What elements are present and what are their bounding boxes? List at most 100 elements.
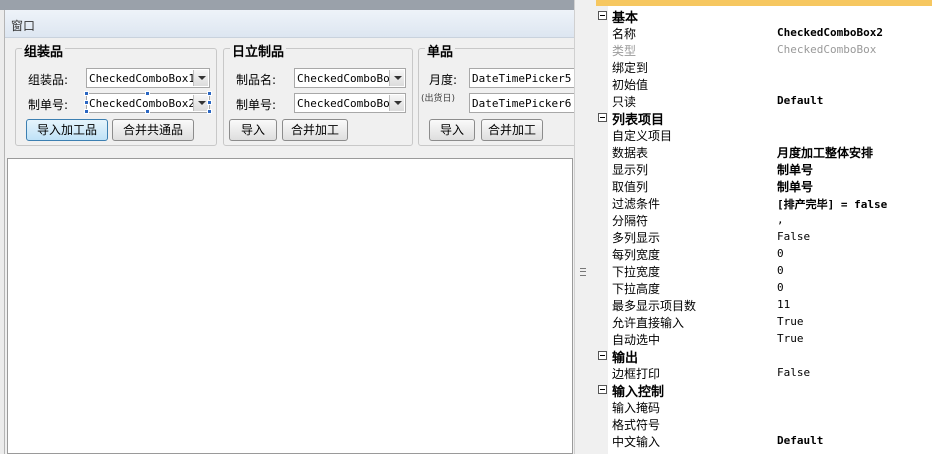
- prop-readonly[interactable]: 只读 Default: [596, 92, 932, 109]
- product-order-label: 制单号:: [236, 98, 277, 112]
- prop-input-mask[interactable]: 输入掩码: [596, 398, 932, 415]
- prop-datatable-label: 数据表: [612, 146, 649, 160]
- prop-display-value[interactable]: 制单号: [777, 161, 813, 178]
- product-name-combo[interactable]: CheckedComboBox: [294, 68, 406, 88]
- group-single-item[interactable]: 单品 月度: DateTimePicker5 (出货日) DateTimePic…: [418, 41, 574, 146]
- category-list[interactable]: 列表项目: [596, 109, 932, 128]
- data-grid-area[interactable]: [7, 158, 573, 454]
- panel-splitter[interactable]: [574, 0, 596, 454]
- month-date-picker[interactable]: DateTimePicker5: [469, 68, 574, 88]
- group-single-title: 单品: [425, 41, 456, 60]
- selection-handle[interactable]: [145, 91, 150, 96]
- product-name-label: 制品名:: [236, 73, 277, 87]
- category-output[interactable]: 输出: [596, 347, 932, 366]
- category-input-control[interactable]: 输入控制: [596, 381, 932, 400]
- merge-common-button[interactable]: 合并共通品: [112, 119, 194, 141]
- prop-name-value[interactable]: CheckedComboBox2: [777, 26, 883, 39]
- prop-colwidth-value[interactable]: 0: [777, 247, 784, 260]
- prop-bind[interactable]: 绑定到: [596, 58, 932, 75]
- order-no-label: 制单号:: [28, 98, 69, 112]
- selection-handle[interactable]: [207, 109, 212, 114]
- order-no-combo-text: CheckedComboBox2: [89, 97, 195, 110]
- single-import-button[interactable]: 导入: [429, 119, 475, 141]
- prop-dropwidth-value[interactable]: 0: [777, 264, 784, 277]
- property-grid[interactable]: 基本 名称 CheckedComboBox2 类型 CheckedComboBo…: [596, 0, 932, 454]
- prop-drop-height[interactable]: 下拉高度 0: [596, 279, 932, 296]
- selection-handle[interactable]: [207, 91, 212, 96]
- prop-value-column[interactable]: 取值列 制单号: [596, 177, 932, 194]
- category-basic[interactable]: 基本: [596, 7, 932, 26]
- prop-ime-label: 中文输入: [612, 435, 661, 449]
- import-processed-button[interactable]: 导入加工品: [26, 119, 108, 141]
- import-button[interactable]: 导入: [229, 119, 277, 141]
- prop-display-column[interactable]: 显示列 制单号: [596, 160, 932, 177]
- collapse-icon[interactable]: [598, 113, 607, 122]
- prop-readonly-label: 只读: [612, 95, 637, 109]
- designer-top-strip: [0, 0, 574, 10]
- designed-form[interactable]: 窗口 组装品 组装品: CheckedComboBox1 制单号: Checke…: [4, 10, 574, 454]
- selection-handle[interactable]: [84, 100, 89, 105]
- selection-handle[interactable]: [207, 100, 212, 105]
- prop-allow-input[interactable]: 允许直接输入 True: [596, 313, 932, 330]
- product-order-combo[interactable]: CheckedComboBox: [294, 93, 406, 113]
- prop-autoselect-label: 自动选中: [612, 333, 661, 347]
- prop-max-items[interactable]: 最多显示项目数 11: [596, 296, 932, 313]
- prop-bind-label: 绑定到: [612, 61, 649, 75]
- group-assembly[interactable]: 组装品 组装品: CheckedComboBox1 制单号: CheckedCo…: [15, 41, 217, 146]
- prop-ime[interactable]: 中文输入 Default: [596, 432, 932, 449]
- prop-multicol-value[interactable]: False: [777, 230, 810, 243]
- prop-datatable[interactable]: 数据表 月度加工整体安排: [596, 143, 932, 160]
- prop-multicol-label: 多列显示: [612, 231, 661, 245]
- prop-filter[interactable]: 过滤条件 [排产完毕] = false: [596, 194, 932, 211]
- prop-custom-items[interactable]: 自定义项目: [596, 126, 932, 143]
- prop-initial[interactable]: 初始值: [596, 75, 932, 92]
- selection-handle[interactable]: [84, 91, 89, 96]
- prop-readonly-value[interactable]: Default: [777, 94, 823, 107]
- selection-handle[interactable]: [84, 109, 89, 114]
- prop-autoselect-value[interactable]: True: [777, 332, 804, 345]
- prop-drop-width[interactable]: 下拉宽度 0: [596, 262, 932, 279]
- single-merge-button[interactable]: 合并加工: [481, 119, 543, 141]
- ship-date-label: (出货日): [421, 94, 456, 104]
- chevron-down-icon[interactable]: [193, 70, 208, 86]
- prop-name[interactable]: 名称 CheckedComboBox2: [596, 24, 932, 41]
- prop-type[interactable]: 类型 CheckedComboBox: [596, 41, 932, 58]
- assembly-label: 组装品:: [28, 73, 69, 87]
- prop-allowinput-value[interactable]: True: [777, 315, 804, 328]
- prop-mask-label: 输入掩码: [612, 401, 661, 415]
- assembly-combo-text: CheckedComboBox1: [89, 72, 195, 85]
- prop-dropheight-value[interactable]: 0: [777, 281, 784, 294]
- form-title-bar[interactable]: 窗口: [5, 10, 574, 38]
- selection-handle[interactable]: [145, 109, 150, 114]
- prop-colwidth-label: 每列宽度: [612, 248, 661, 262]
- prop-auto-select[interactable]: 自动选中 True: [596, 330, 932, 347]
- prop-separator-value[interactable]: ,: [777, 213, 784, 226]
- prop-border-print[interactable]: 边框打印 False: [596, 364, 932, 381]
- group-hitachi-product[interactable]: 日立制品 制品名: CheckedComboBox 制单号: CheckedCo…: [223, 41, 413, 146]
- assembly-combo[interactable]: CheckedComboBox1: [86, 68, 210, 88]
- prop-multi-column[interactable]: 多列显示 False: [596, 228, 932, 245]
- prop-maxitems-value[interactable]: 11: [777, 298, 790, 311]
- chevron-down-icon[interactable]: [389, 70, 404, 86]
- prop-format-symbol[interactable]: 格式符号: [596, 415, 932, 432]
- prop-type-label: 类型: [612, 44, 637, 58]
- ship-date-picker[interactable]: DateTimePicker6: [469, 93, 574, 113]
- collapse-icon[interactable]: [598, 11, 607, 20]
- splitter-grip-icon[interactable]: [580, 268, 586, 276]
- form-designer: 窗口 组装品 组装品: CheckedComboBox1 制单号: Checke…: [0, 0, 574, 454]
- prop-valuecol-value[interactable]: 制单号: [777, 178, 813, 195]
- prop-border-value[interactable]: False: [777, 366, 810, 379]
- prop-separator[interactable]: 分隔符 ,: [596, 211, 932, 228]
- prop-border-label: 边框打印: [612, 367, 661, 381]
- collapse-icon[interactable]: [598, 385, 607, 394]
- merge-process-button[interactable]: 合并加工: [282, 119, 348, 141]
- prop-filter-value[interactable]: [排产完毕] = false: [777, 196, 887, 212]
- prop-ime-value[interactable]: Default: [777, 434, 823, 447]
- chevron-down-icon[interactable]: [389, 95, 404, 111]
- prop-custom-label: 自定义项目: [612, 129, 673, 143]
- collapse-icon[interactable]: [598, 351, 607, 360]
- prop-column-width[interactable]: 每列宽度 0: [596, 245, 932, 262]
- chevron-down-icon[interactable]: [193, 95, 208, 111]
- prop-datatable-value[interactable]: 月度加工整体安排: [777, 144, 873, 161]
- prop-format-label: 格式符号: [612, 418, 661, 432]
